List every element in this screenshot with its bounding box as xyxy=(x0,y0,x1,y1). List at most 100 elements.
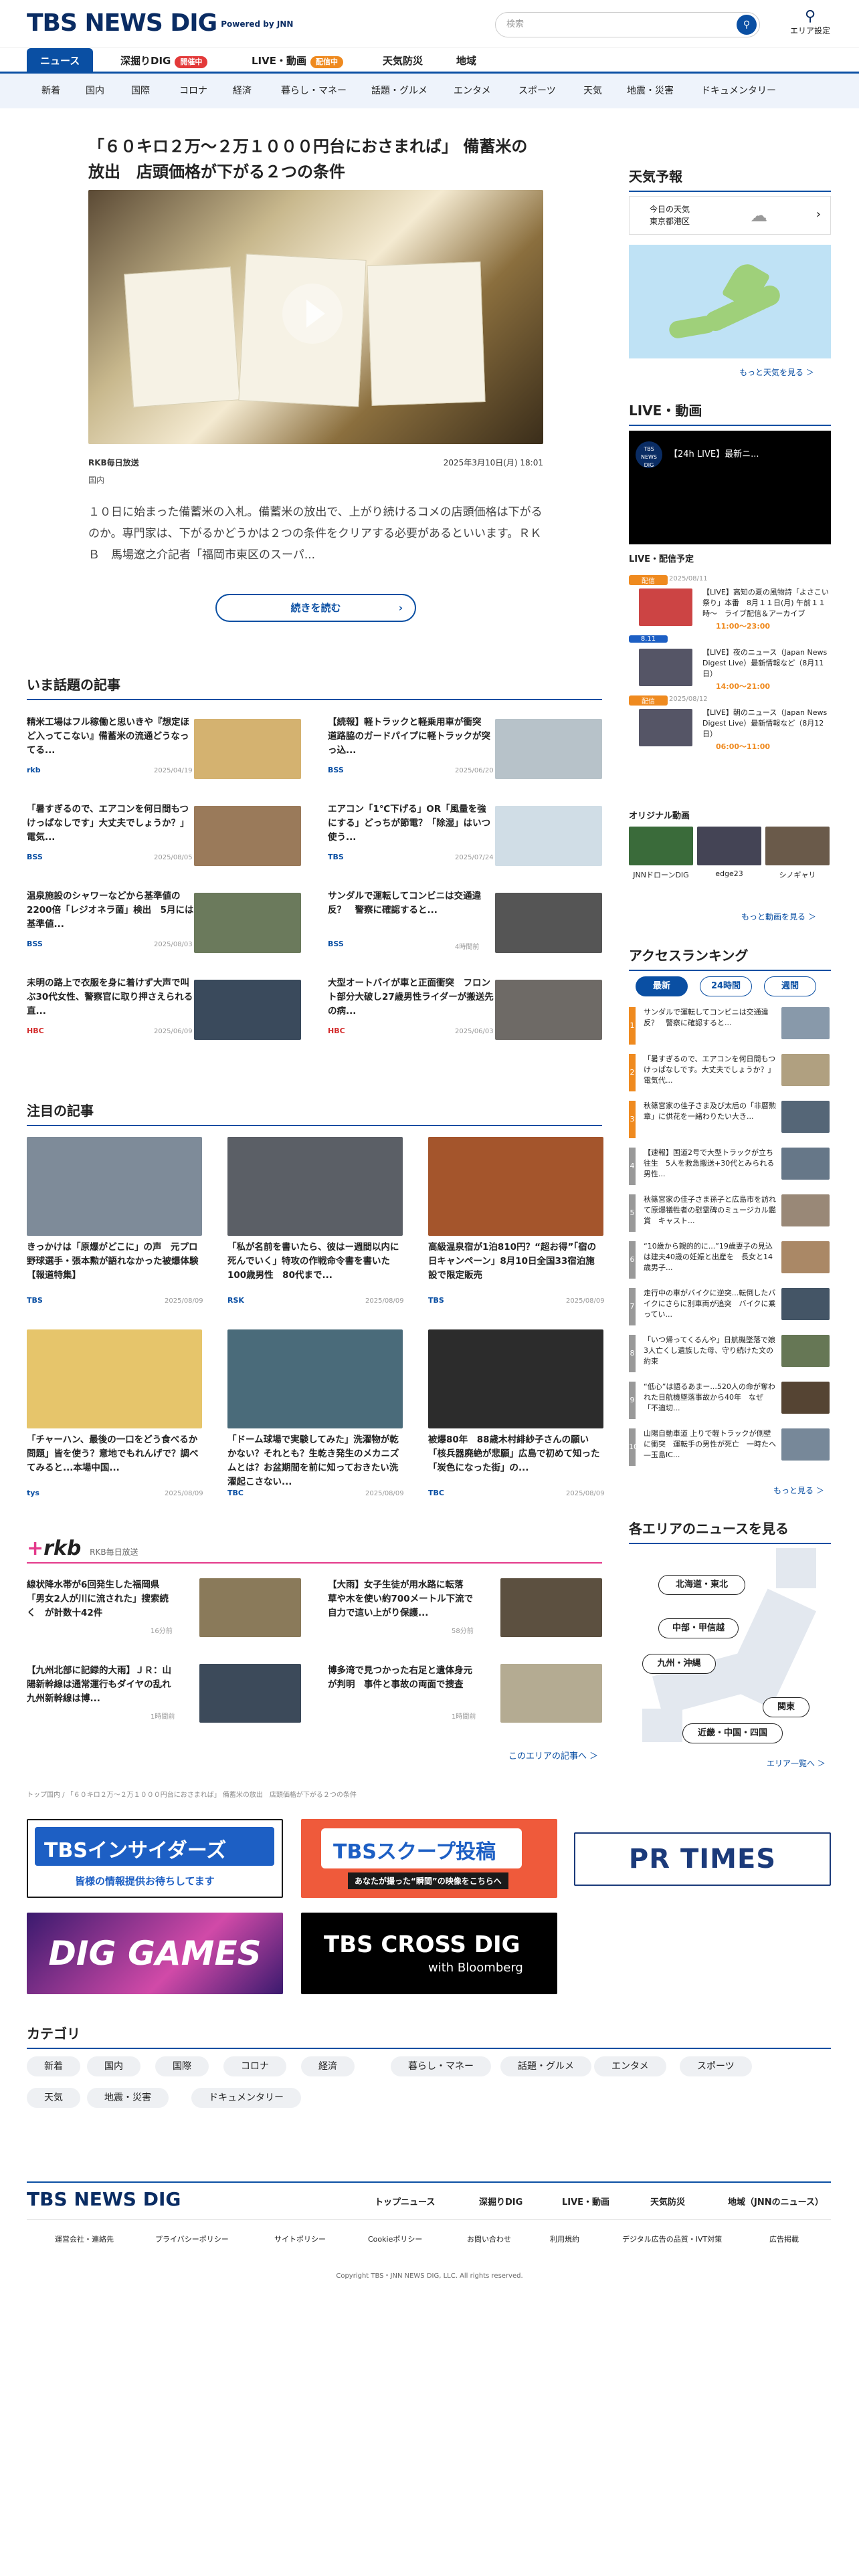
category-pill[interactable]: ドキュメンタリー xyxy=(191,2088,301,2108)
category-pill[interactable]: エンタメ xyxy=(594,2056,666,2076)
footer-link[interactable]: デジタル広告の品質・IVT対策 xyxy=(622,2234,722,2244)
dig-games-banner[interactable]: DIG GAMES xyxy=(27,1913,283,1994)
featured-article-link[interactable]: 高級温泉宿が1泊810円？“超お得”「宿の日キャンペーン」8月10日全国33宿泊… xyxy=(428,1241,603,1283)
hot-article-link[interactable]: エアコン「1℃下げる」OR「風量を強にする」どっちが節電？「除湿」はいつ使う..… xyxy=(328,802,495,845)
ranking-article-link[interactable]: 【速報】国道2号で大型トラックが立ち往生 5人を救急搬送+30代とみられる男性.… xyxy=(644,1148,777,1180)
rkb-article-thumb[interactable] xyxy=(500,1664,602,1723)
featured-article-thumb[interactable] xyxy=(27,1329,202,1428)
lead-article[interactable]: 「６０キロ２万〜２万１０００円台におさまれば」 備蓄米の放出 店頭価格が下がる２… xyxy=(88,134,543,185)
subnav-item[interactable]: 話題・グルメ xyxy=(371,74,427,108)
ranking-thumb[interactable] xyxy=(781,1288,830,1320)
ranking-article-link[interactable]: 走行中の車がバイクに逆突...転倒したバイクにさらに別車両が追突 バイクに乗って… xyxy=(644,1288,777,1320)
category-pill[interactable]: 地震・災害 xyxy=(87,2088,169,2108)
footer-link[interactable]: サイトポリシー xyxy=(274,2234,326,2244)
footer-link[interactable]: お問い合わせ xyxy=(467,2234,511,2244)
search-input[interactable]: 検索 ⚲ xyxy=(495,12,760,37)
schedule-thumb[interactable] xyxy=(639,649,692,686)
footer-logo[interactable]: TBS NEWS DIG xyxy=(27,2188,181,2210)
category-pill[interactable]: 話題・グルメ xyxy=(500,2056,591,2076)
ranking-article-link[interactable]: “低心”は語るあまー...520人の命が奪われた日航機墜落事故から40年 なぜ「… xyxy=(644,1382,777,1414)
rkb-article-thumb[interactable] xyxy=(199,1664,301,1723)
ranking-tab[interactable]: 24時間 xyxy=(700,976,752,996)
footer-link[interactable]: 広告掲載 xyxy=(769,2234,799,2244)
subnav-item[interactable]: 国際 xyxy=(131,74,150,108)
hot-article-link[interactable]: 【続報】軽トラックと軽乗用車が衝突 道路脇のガードパイプに軽トラックが突っ込..… xyxy=(328,716,495,758)
rkb-article-link[interactable]: 線状降水帯が6回発生した福岡県「男女2人が川に流された」搜索続く が計数十42件 xyxy=(27,1578,174,1620)
tab-news[interactable]: ニュース xyxy=(27,48,94,74)
ranking-article-link[interactable]: 山陽自動車道 上りで軽トラックが側壁に衝突 運転手の男性が死亡 一時たへ—玉島I… xyxy=(644,1428,777,1461)
rkb-article-link[interactable]: 博多湾で見つかった右足と遺体身元が判明 事件と事故の両面で捜査 xyxy=(328,1664,475,1692)
hot-article-link[interactable]: 大型オートバイが車と正面衝突 フロント部分大破し27歳男性ライダーが搬送先の病.… xyxy=(328,976,495,1018)
original-video-label[interactable]: シノギャリ xyxy=(765,869,830,880)
subnav-item[interactable]: 地震・災害 xyxy=(627,74,674,108)
ranking-thumb[interactable] xyxy=(781,1101,830,1133)
area-settings-button[interactable]: ⚲ エリア設定 xyxy=(787,8,834,36)
insiders-banner[interactable]: TBSインサイダーズ 皆様の情報提供お待ちしてます xyxy=(27,1819,283,1898)
hot-article-thumb[interactable] xyxy=(194,980,301,1040)
area-button[interactable]: 関東 xyxy=(763,1697,809,1717)
tab-weather[interactable]: 天気防災 xyxy=(369,48,436,74)
ranking-article-link[interactable]: 秋篠宮家の佳子さま及び太后の「非暦勲章」に供花を一緒わりたい大き... xyxy=(644,1101,777,1122)
subnav-item[interactable]: 経済 xyxy=(233,74,252,108)
ranking-thumb[interactable] xyxy=(781,1382,830,1414)
subnav-item[interactable]: 暮らし・マネー xyxy=(281,74,347,108)
schedule-item-link[interactable]: 【LIVE】高知の夏の風物詩「よさこい祭り」本番 8月１１日(月) 午前１１時～… xyxy=(702,587,830,619)
footer-link[interactable]: 運営会社・連絡先 xyxy=(55,2234,114,2244)
hot-article-thumb[interactable] xyxy=(194,719,301,779)
category-pill[interactable]: 国内 xyxy=(87,2056,140,2076)
hot-article-link[interactable]: 精米工場はフル稼働と思いきや『想定ほど入ってこない』備蓄米の流通どうなってる..… xyxy=(27,716,194,758)
footer-link[interactable]: プライバシーポリシー xyxy=(155,2234,229,2244)
rkb-article-thumb[interactable] xyxy=(199,1578,301,1637)
original-video-thumb[interactable] xyxy=(629,827,693,865)
rkb-article-link[interactable]: 【大雨】女子生徒が用水路に転落 草や木を使い約700メートル下流で自力で這い上が… xyxy=(328,1578,475,1620)
weather-today-card[interactable]: 今日の天気 東京都港区 ☁ › xyxy=(629,196,831,235)
rkb-logo[interactable]: +rkb xyxy=(27,1537,81,1560)
footer-nav-link[interactable]: 深掘りDIG xyxy=(479,2195,522,2208)
lead-category[interactable]: 国内 xyxy=(88,473,104,488)
lead-title[interactable]: 「６０キロ２万〜２万１０００円台におさまれば」 備蓄米の放出 店頭価格が下がる２… xyxy=(88,134,543,185)
tab-area[interactable]: 地域 xyxy=(443,48,490,74)
ranking-article-link[interactable]: 「いつ帰ってくるんや」日航機墜落で娘3人亡くし遺族した母、守り続けた文の約束 xyxy=(644,1335,777,1367)
site-logo[interactable]: TBS NEWS DIG Powered by JNN xyxy=(27,9,293,37)
area-button[interactable]: 九州・沖縄 xyxy=(642,1654,716,1674)
featured-article-link[interactable]: 「私が名前を書いたら、彼はー週間以内に死んでいく」特攻の作戦命令書を書いた100… xyxy=(227,1241,403,1283)
ranking-article-link[interactable]: “10歳から親的的に...”19歳妻子の見込は建夫40歳の妊娠と出産を 長女と1… xyxy=(644,1241,777,1273)
hot-article-link[interactable]: 「暑すぎるので、エアコンを何日間もつけっぱなしです」大丈夫でしょうか？」電気..… xyxy=(27,802,194,845)
hot-article-link[interactable]: 未明の路上で衣服を身に着けず大声で叫ぶ30代女性、警察官に取り押さえられる直..… xyxy=(27,976,194,1018)
search-icon[interactable]: ⚲ xyxy=(737,15,757,35)
footer-nav-link[interactable]: LIVE・動画 xyxy=(562,2195,609,2208)
category-pill[interactable]: 国際 xyxy=(155,2056,209,2076)
hot-article-link[interactable]: サンダルで運転してコンビニは交通違反？ 警察に確認すると... xyxy=(328,889,495,918)
category-pill[interactable]: スポーツ xyxy=(680,2056,752,2076)
area-button[interactable]: 近畿・中国・四国 xyxy=(682,1723,783,1743)
prtimes-banner[interactable]: PR TIMES xyxy=(574,1832,831,1886)
featured-article-thumb[interactable] xyxy=(428,1137,603,1236)
footer-link[interactable]: 利用規約 xyxy=(550,2234,579,2244)
hot-article-thumb[interactable] xyxy=(495,806,602,866)
subnav-item[interactable]: 天気 xyxy=(583,74,602,108)
subnav-item[interactable]: スポーツ xyxy=(518,74,556,108)
ranking-article-link[interactable]: サンダルで運転してコンビニは交通違反？ 警察に確認すると... xyxy=(644,1007,777,1029)
original-video-thumb[interactable] xyxy=(697,827,761,865)
ranking-thumb[interactable] xyxy=(781,1148,830,1180)
subnav-item[interactable]: 国内 xyxy=(86,74,104,108)
featured-article-thumb[interactable] xyxy=(428,1329,603,1428)
weather-more-link[interactable]: もっと天気を見る ＞ xyxy=(739,366,814,378)
live-video-player[interactable]: TBS NEWS DIG 【24h LIVE】最新ニ... xyxy=(629,431,831,544)
featured-article-link[interactable]: 「ドーム球場で実験してみた」洗濯物が乾かない？それとも？生乾き発生のメカニズムと… xyxy=(227,1433,403,1489)
read-more-button[interactable]: 続きを読む › xyxy=(215,594,416,622)
ranking-thumb[interactable] xyxy=(781,1428,830,1461)
subnav-item[interactable]: ドキュメンタリー xyxy=(701,74,776,108)
area-button[interactable]: 中部・甲信越 xyxy=(658,1618,739,1638)
area-button[interactable]: 北海道・東北 xyxy=(658,1575,745,1595)
footer-link[interactable]: Cookieポリシー xyxy=(368,2234,422,2244)
category-pill[interactable]: 経済 xyxy=(301,2056,355,2076)
featured-article-thumb[interactable] xyxy=(227,1137,403,1236)
rkb-article-link[interactable]: 【九州北部に記録的大雨】ＪＲ：山陽新幹線は通常運行もダイヤの乱れ 九州新幹線は博… xyxy=(27,1664,180,1706)
hot-article-thumb[interactable] xyxy=(495,980,602,1040)
hot-article-thumb[interactable] xyxy=(495,719,602,779)
featured-article-thumb[interactable] xyxy=(227,1329,403,1428)
tab-deepdig[interactable]: 深掘りDIG 開催中 xyxy=(107,48,221,74)
ranking-thumb[interactable] xyxy=(781,1054,830,1086)
subnav-item[interactable]: コロナ xyxy=(179,74,207,108)
